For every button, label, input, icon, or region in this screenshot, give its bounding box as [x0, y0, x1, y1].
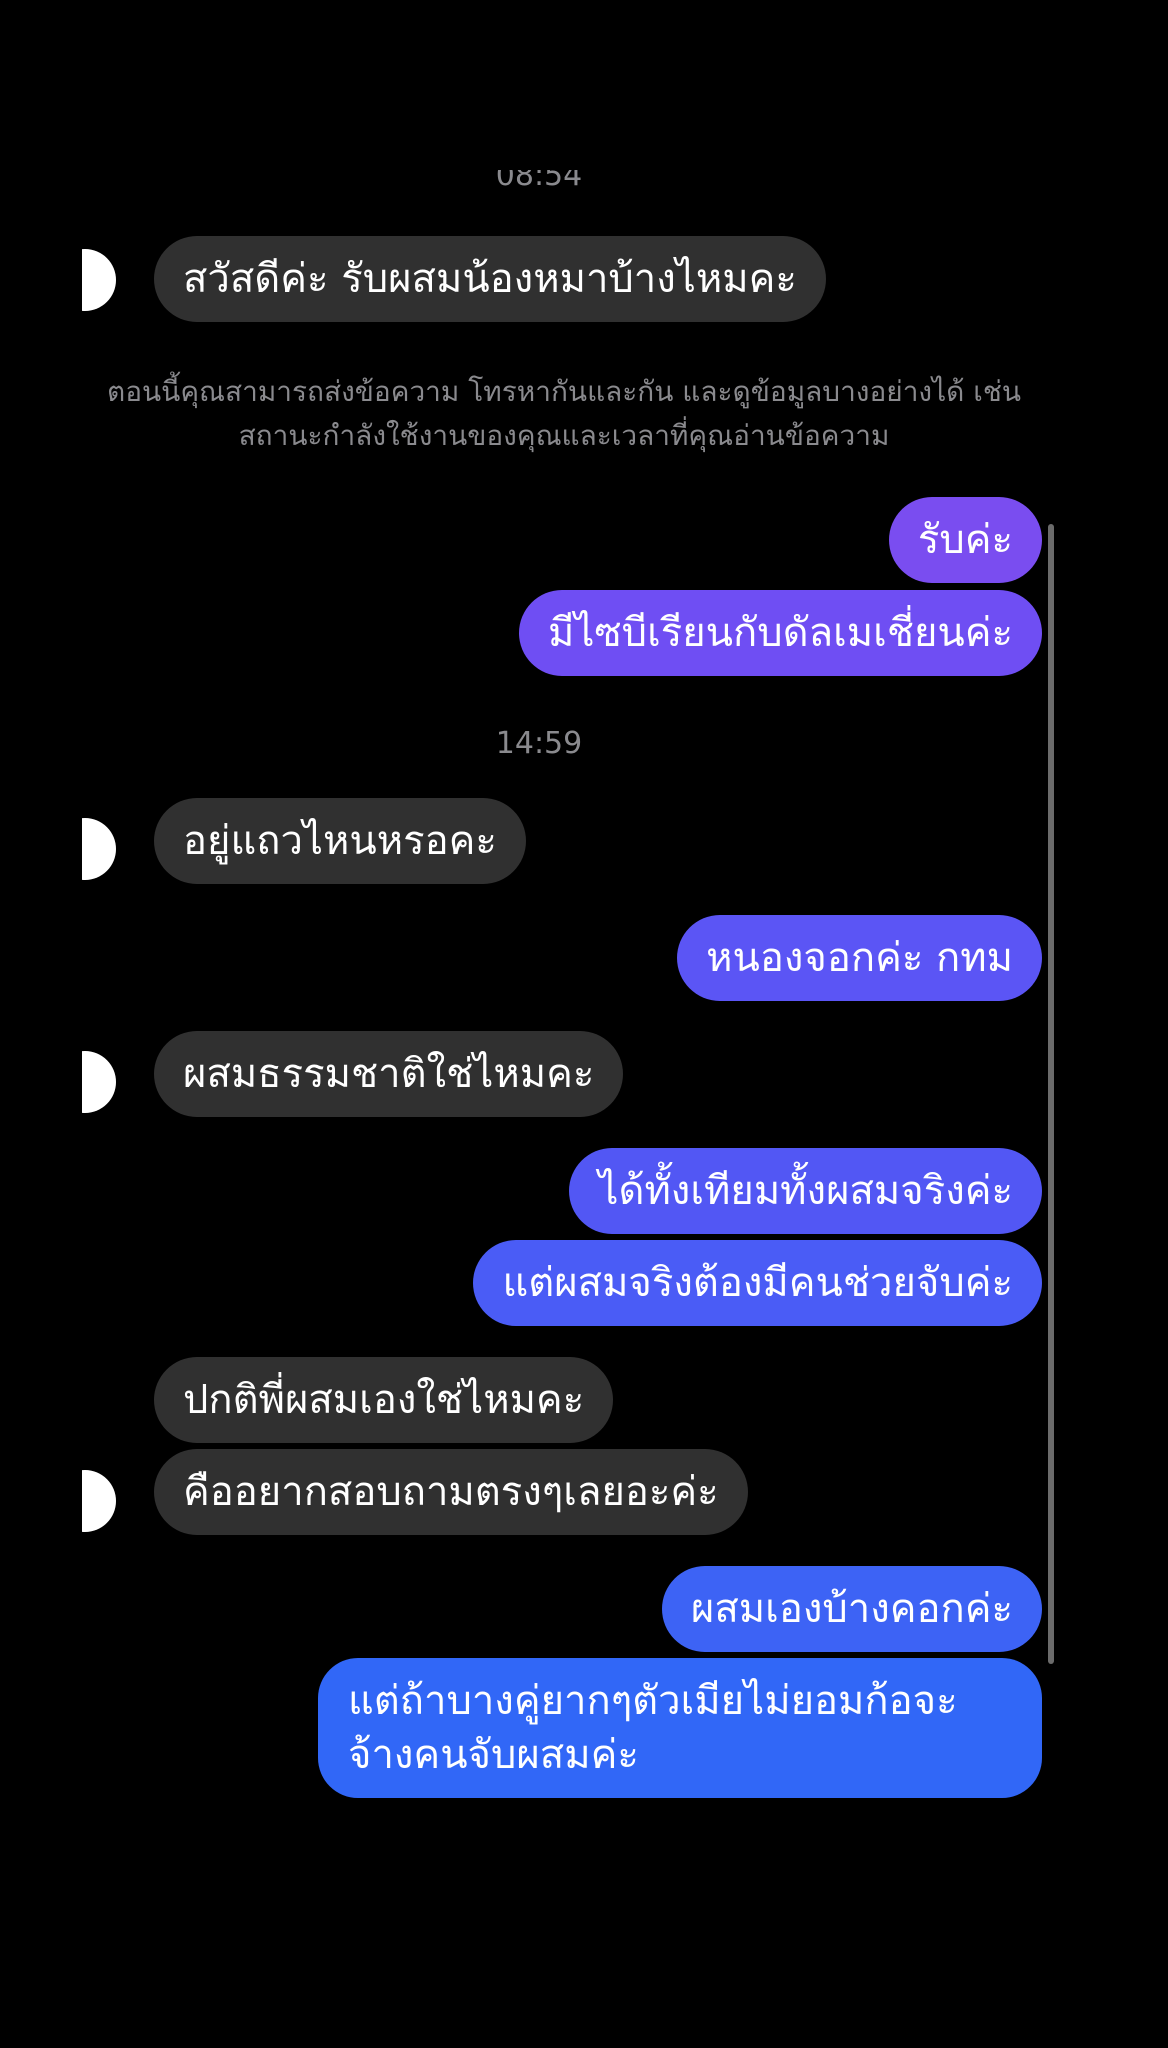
timestamp: 08:54 — [0, 170, 1078, 194]
message-text: มีไซบีเรียนกับดัลเมเชี่ยนค่ะ — [548, 610, 1013, 656]
message-text: ปกติพี่ผสมเองใช่ไหมคะ — [183, 1377, 585, 1423]
incoming-message[interactable]: อยู่แถวไหนหรอคะ — [154, 798, 526, 884]
message-text: ได้ทั้งเทียมทั้งผสมจริงค่ะ — [598, 1168, 1013, 1214]
outgoing-message[interactable]: ได้ทั้งเทียมทั้งผสมจริงค่ะ — [569, 1148, 1042, 1234]
message-text: สวัสดีค่ะ รับผสมน้องหมาบ้างไหมคะ — [183, 256, 797, 302]
outgoing-message[interactable]: มีไซบีเรียนกับดัลเมเชี่ยนค่ะ — [519, 590, 1042, 676]
message-thread[interactable]: 08:54 สวัสดีค่ะ รับผสมน้องหมาบ้างไหมคะ ต… — [0, 0, 1168, 2048]
system-notice: ตอนนี้คุณสามารถส่งข้อความ โทรหากันและกัน… — [107, 375, 1021, 452]
message-text: ผสมธรรมชาติใช่ไหมคะ — [183, 1051, 595, 1097]
message-text: หนองจอกค่ะ กทม — [706, 935, 1013, 981]
incoming-message[interactable]: คืออยากสอบถามตรงๆเลยอะค่ะ — [154, 1449, 748, 1535]
incoming-message[interactable]: ปกติพี่ผสมเองใช่ไหมคะ — [154, 1357, 614, 1443]
incoming-message[interactable]: สวัสดีค่ะ รับผสมน้องหมาบ้างไหมคะ — [154, 236, 826, 322]
outgoing-message[interactable]: แต่ถ้าบางคู่ยากๆตัวเมียไม่ยอมก้อจะจ้างคน… — [318, 1658, 1042, 1798]
contact-avatar[interactable] — [82, 818, 124, 880]
timestamp-text: 08:54 — [495, 170, 583, 193]
outgoing-message[interactable]: ผสมเองบ้างคอกค่ะ — [661, 1566, 1042, 1652]
message-text: แต่ผสมจริงต้องมีคนช่วยจับค่ะ — [502, 1260, 1013, 1306]
message-text: แต่ถ้าบางคู่ยากๆตัวเมียไม่ยอมก้อจะจ้างคน… — [348, 1678, 958, 1778]
message-text: คืออยากสอบถามตรงๆเลยอะค่ะ — [183, 1469, 719, 1515]
timestamp: 14:59 — [495, 726, 583, 761]
contact-avatar[interactable] — [82, 1051, 124, 1113]
incoming-message[interactable]: ผสมธรรมชาติใช่ไหมคะ — [154, 1031, 624, 1117]
outgoing-message[interactable]: หนองจอกค่ะ กทม — [677, 915, 1042, 1001]
contact-avatar[interactable] — [82, 249, 124, 311]
outgoing-message[interactable]: รับค่ะ — [888, 497, 1042, 583]
message-text: ผสมเองบ้างคอกค่ะ — [690, 1586, 1013, 1632]
outgoing-message[interactable]: แต่ผสมจริงต้องมีคนช่วยจับค่ะ — [473, 1240, 1042, 1326]
contact-avatar[interactable] — [82, 1470, 124, 1532]
scrollbar[interactable] — [1048, 524, 1054, 1664]
message-text: อยู่แถวไหนหรอคะ — [183, 818, 497, 864]
message-text: รับค่ะ — [917, 517, 1013, 563]
